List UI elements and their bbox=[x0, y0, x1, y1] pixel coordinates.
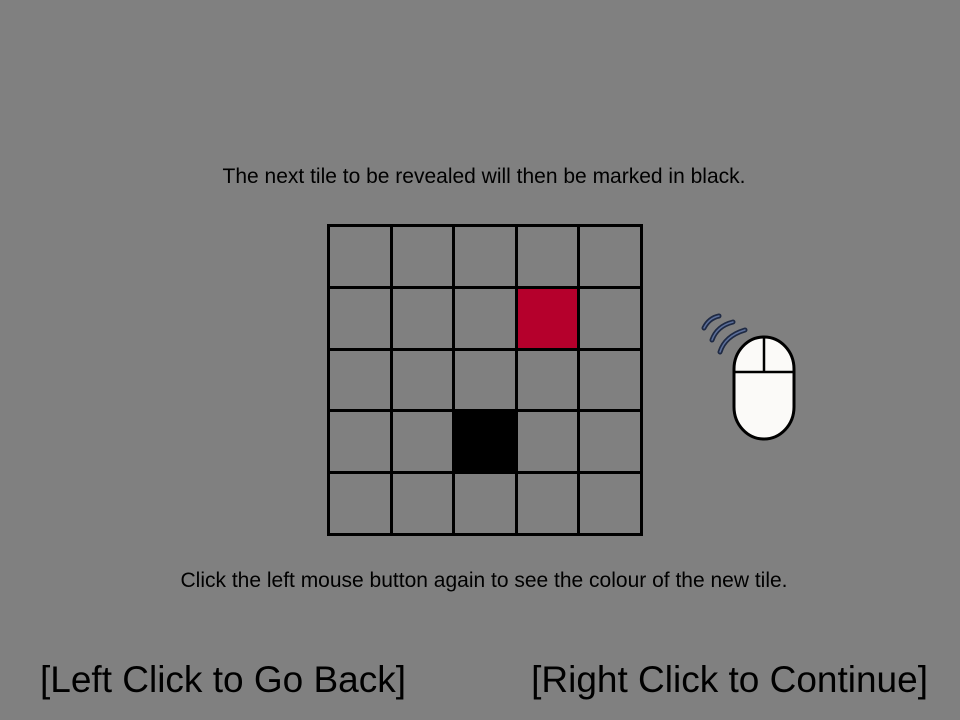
grid-tile-empty bbox=[392, 350, 456, 413]
instruction-screen: The next tile to be revealed will then b… bbox=[0, 0, 960, 720]
grid-tile-empty bbox=[330, 288, 393, 351]
grid-tile-empty bbox=[517, 474, 581, 536]
grid-tile-empty bbox=[455, 350, 518, 413]
grid-tile-empty bbox=[580, 350, 643, 413]
instruction-text-top: The next tile to be revealed will then b… bbox=[222, 165, 746, 188]
continue-prompt[interactable]: [Right Click to Continue] bbox=[531, 658, 928, 702]
go-back-prompt[interactable]: [Left Click to Go Back] bbox=[40, 658, 406, 702]
grid-tile-empty bbox=[580, 412, 643, 475]
tile-grid bbox=[327, 224, 643, 536]
grid-tile-empty bbox=[330, 227, 393, 289]
instruction-text-bottom: Click the left mouse button again to see… bbox=[180, 569, 788, 592]
grid-tile-empty bbox=[517, 350, 581, 413]
grid-tile-empty bbox=[580, 288, 643, 351]
grid-tile-empty bbox=[392, 412, 456, 475]
grid-tile-empty bbox=[455, 288, 518, 351]
grid-tile-empty bbox=[517, 412, 581, 475]
grid-tile-black bbox=[455, 412, 518, 475]
grid-tile-red bbox=[517, 288, 581, 351]
grid-tile-empty bbox=[330, 350, 393, 413]
grid-tile-empty bbox=[392, 227, 456, 289]
grid-tile-empty bbox=[392, 474, 456, 536]
grid-tile-empty bbox=[392, 288, 456, 351]
grid-tile-empty bbox=[330, 474, 393, 536]
grid-tile-empty bbox=[330, 412, 393, 475]
grid-tile-empty bbox=[455, 227, 518, 289]
click-waves-icon bbox=[701, 313, 748, 355]
grid-tile-empty bbox=[455, 474, 518, 536]
grid-tile-empty bbox=[580, 227, 643, 289]
grid-tile-empty bbox=[580, 474, 643, 536]
grid-tile-empty bbox=[517, 227, 581, 289]
left-click-mouse-icon bbox=[701, 313, 796, 441]
